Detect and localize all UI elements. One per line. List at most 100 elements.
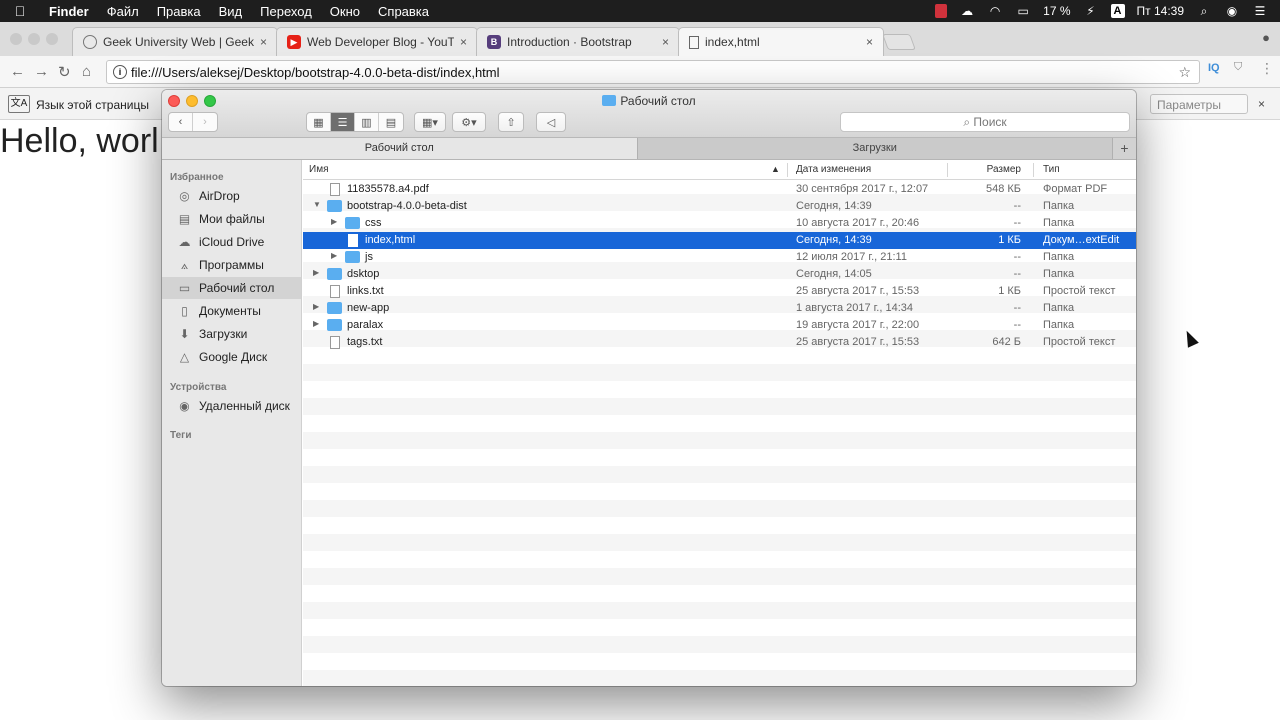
wifi-icon[interactable]: ◠	[987, 4, 1003, 18]
browser-minimize-button[interactable]	[28, 33, 40, 45]
file-row[interactable]: ▶ new-app 1 августа 2017 г., 14:34 -- Папка	[303, 300, 1136, 317]
tags-button[interactable]: ◁	[536, 112, 566, 132]
translate-close-icon[interactable]: ×	[1258, 97, 1265, 111]
siri-icon[interactable]: ◉	[1224, 4, 1240, 18]
file-row[interactable]: index,html Сегодня, 14:39 1 КБ Докум…extEdi…	[303, 232, 1136, 249]
tab-title: Introduction · Bootstrap	[507, 35, 632, 49]
address-bar[interactable]: i file:///Users/aleksej/Desktop/bootstra…	[106, 60, 1200, 84]
disclosure-closed-icon[interactable]: ▶	[313, 319, 319, 328]
menu-help[interactable]: Справка	[369, 4, 438, 19]
menu-finder[interactable]: Finder	[40, 4, 98, 19]
record-status-icon[interactable]	[935, 4, 948, 18]
cloud-upload-icon[interactable]: ☁	[959, 4, 975, 18]
finder-titlebar: Рабочий стол ‹ › ▦ ☰ ▥ ▤ ▦▾ ⚙▾ ⇧ ◁ ⌕ Пои…	[162, 90, 1136, 138]
column-view-icon[interactable]: ▥	[355, 113, 379, 131]
list-view-icon[interactable]: ☰	[331, 113, 355, 131]
file-row[interactable]: ▶ dsktop Сегодня, 14:05 -- Папка	[303, 266, 1136, 283]
disclosure-closed-icon[interactable]: ▶	[313, 302, 319, 311]
forward-chevron-icon[interactable]: ›	[193, 113, 217, 131]
sidebar-item-airdrop[interactable]: ◎ AirDrop	[162, 185, 301, 207]
sidebar-item-icloud-drive[interactable]: ☁ iCloud Drive	[162, 231, 301, 253]
file-row[interactable]: links.txt 25 августа 2017 г., 15:53 1 КБ Пр…	[303, 283, 1136, 300]
sidebar-item-applications[interactable]: ⟑ Программы	[162, 254, 301, 276]
sidebar-item-remote-disc[interactable]: ◉ Удаленный диск	[162, 395, 301, 417]
back-chevron-icon[interactable]: ‹	[169, 113, 193, 131]
file-name: js	[365, 251, 373, 263]
sidebar-item-downloads[interactable]: ⬇ Загрузки	[162, 323, 301, 345]
input-source-icon[interactable]: A	[1110, 4, 1125, 18]
column-header-date[interactable]: Дата изменения	[796, 164, 871, 175]
menu-window[interactable]: Окно	[321, 4, 369, 19]
folder-icon	[602, 95, 617, 106]
file-row[interactable]: ▶ paralax 19 августа 2017 г., 22:00 -- Папка	[303, 317, 1136, 334]
finder-tab-downloads[interactable]: Загрузки	[637, 138, 1112, 159]
tab-index-html[interactable]: index,html ×	[678, 27, 884, 56]
tab-close-icon[interactable]: ×	[662, 35, 669, 49]
finder-window: Рабочий стол ‹ › ▦ ☰ ▥ ▤ ▦▾ ⚙▾ ⇧ ◁ ⌕ Пои…	[162, 90, 1136, 686]
menubar-clock[interactable]: Пт 14:39	[1137, 4, 1184, 18]
sidebar-item-label: Google Диск	[199, 350, 268, 364]
menu-file[interactable]: Файл	[98, 4, 148, 19]
sidebar-item-google-drive[interactable]: △ Google Диск	[162, 346, 301, 368]
file-date: 10 августа 2017 г., 20:46	[796, 217, 920, 229]
file-row[interactable]: ▶ css 10 августа 2017 г., 20:46 -- Папка	[303, 215, 1136, 232]
tab-geek-university[interactable]: Geek University Web | GeekBr ×	[72, 27, 278, 56]
arrange-button[interactable]: ▦▾	[414, 112, 446, 132]
sidebar-item-label: AirDrop	[199, 189, 240, 203]
file-row[interactable]: ▶ js 12 июля 2017 г., 21:11 -- Папка	[303, 249, 1136, 266]
bookmark-star-icon[interactable]: ☆	[1178, 64, 1191, 81]
add-tab-icon[interactable]: +	[1112, 138, 1136, 159]
browser-close-button[interactable]	[10, 33, 22, 45]
tab-close-icon[interactable]: ×	[460, 35, 467, 49]
menu-go[interactable]: Переход	[251, 4, 321, 19]
sidebar-item-desktop[interactable]: ▭ Рабочий стол	[162, 277, 301, 299]
action-button[interactable]: ⚙▾	[452, 112, 486, 132]
sidebar-item-documents[interactable]: ▯ Документы	[162, 300, 301, 322]
tab-web-developer-blog[interactable]: ▶ Web Developer Blog - YouTube ×	[276, 27, 478, 56]
disclosure-closed-icon[interactable]: ▶	[331, 217, 337, 226]
file-kind: Простой текст	[1043, 285, 1116, 297]
translate-options-button[interactable]: Параметры	[1150, 94, 1248, 114]
cover-flow-icon[interactable]: ▤	[379, 113, 403, 131]
browser-menu-icon[interactable]: ⋮	[1260, 60, 1274, 77]
finder-title-text: Рабочий стол	[620, 94, 696, 108]
share-button[interactable]: ⇧	[498, 112, 524, 132]
profile-icon[interactable]: ●	[1262, 30, 1270, 45]
column-header-kind[interactable]: Тип	[1043, 164, 1060, 175]
browser-zoom-button[interactable]	[46, 33, 58, 45]
spotlight-search-icon[interactable]: ⌕	[1196, 4, 1212, 18]
notification-center-icon[interactable]: ☰	[1252, 4, 1268, 18]
disclosure-open-icon[interactable]: ▼	[313, 200, 321, 209]
column-header-size[interactable]: Размер	[963, 164, 1021, 175]
tab-close-icon[interactable]: ×	[260, 35, 267, 49]
menu-edit[interactable]: Правка	[148, 4, 210, 19]
file-row[interactable]: 11835578.a4.pdf 30 сентября 2017 г., 12:0…	[303, 181, 1136, 198]
home-icon[interactable]: ⌂	[82, 63, 91, 80]
file-row[interactable]: ▼ bootstrap-4.0.0-beta-dist Сегодня, 14:39…	[303, 198, 1136, 215]
icon-view-icon[interactable]: ▦	[307, 113, 331, 131]
file-row[interactable]: tags.txt 25 августа 2017 г., 15:53 642 Б Пр…	[303, 334, 1136, 351]
apple-menu-icon[interactable]: 	[0, 3, 40, 19]
battery-charging-icon[interactable]: ⚡	[1083, 4, 1099, 18]
sidebar-item-all-files[interactable]: ▤ Мои файлы	[162, 208, 301, 230]
tab-close-icon[interactable]: ×	[866, 35, 873, 49]
file-date: 30 сентября 2017 г., 12:07	[796, 183, 929, 195]
battery-percent[interactable]: 17 %	[1043, 4, 1070, 18]
finder-search-field[interactable]: ⌕ Поиск	[840, 112, 1130, 132]
sidebar-item-label: Мои файлы	[199, 212, 265, 226]
column-header-name[interactable]: Имя	[309, 164, 328, 175]
menu-view[interactable]: Вид	[210, 4, 252, 19]
forward-arrow-icon[interactable]: →	[34, 63, 49, 80]
airplay-icon[interactable]: ▭	[1015, 4, 1031, 18]
folder-icon	[327, 268, 342, 280]
back-arrow-icon[interactable]: ←	[10, 63, 25, 80]
reload-icon[interactable]: ↻	[58, 63, 71, 81]
finder-tab-desktop[interactable]: Рабочий стол	[162, 138, 638, 159]
disclosure-closed-icon[interactable]: ▶	[331, 251, 337, 260]
info-icon[interactable]: i	[113, 65, 127, 79]
extension-shield-icon[interactable]: ⛉	[1234, 61, 1242, 74]
disclosure-closed-icon[interactable]: ▶	[313, 268, 319, 277]
tab-bootstrap-introduction[interactable]: B Introduction · Bootstrap ×	[476, 27, 680, 56]
new-tab-button[interactable]	[882, 34, 916, 50]
extension-iq-icon[interactable]: IQ	[1208, 62, 1220, 74]
